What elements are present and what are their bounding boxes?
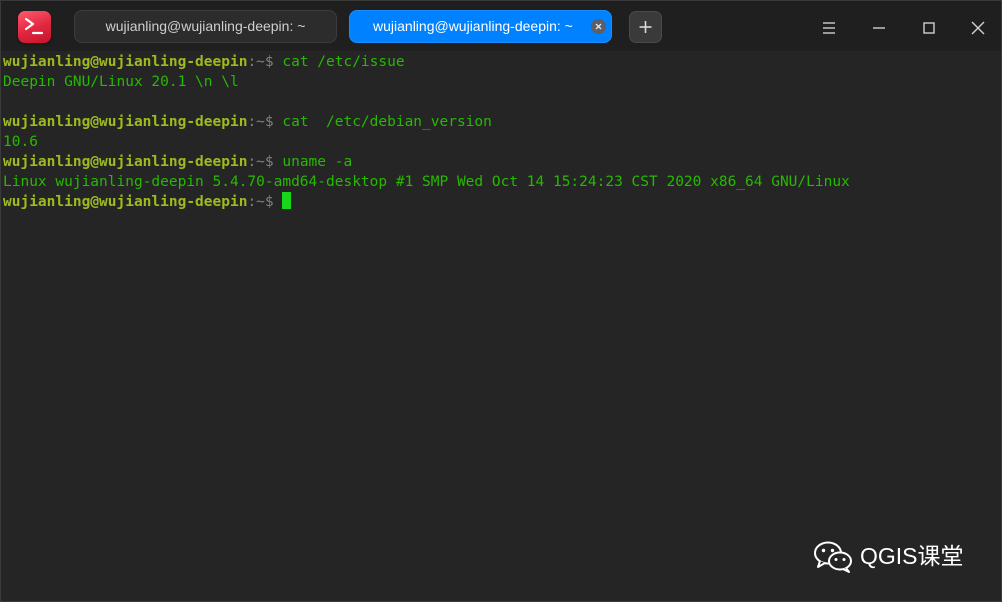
terminal-line: wujianling@wujianling-deepin:~$ (3, 192, 292, 212)
terminal-line: wujianling@wujianling-deepin:~$ cat /etc… (3, 112, 492, 132)
tab-1-title: wujianling@wujianling-deepin: ~ (105, 18, 306, 34)
terminal-output-line: Deepin GNU/Linux 20.1 \n \l (3, 74, 239, 90)
maximize-button[interactable] (914, 13, 944, 43)
title-bar: wujianling@wujianling-deepin: ~ wujianli… (1, 1, 1001, 53)
command-text: uname -a (282, 154, 353, 170)
prompt-path: :~$ (247, 54, 283, 70)
tab-2[interactable]: wujianling@wujianling-deepin: ~ (349, 10, 612, 43)
close-icon[interactable] (591, 19, 606, 34)
new-tab-button[interactable] (629, 11, 662, 43)
watermark: QGIS课堂 (813, 537, 983, 577)
text-cursor (282, 192, 292, 209)
prompt-path: :~$ (247, 154, 283, 170)
prompt-path: :~$ (247, 194, 283, 210)
command-text: cat /etc/issue (282, 54, 405, 70)
terminal-output-line: Linux wujianling-deepin 5.4.70-amd64-des… (3, 174, 850, 190)
prompt-user: wujianling@wujianling-deepin (3, 154, 248, 170)
terminal-line: wujianling@wujianling-deepin:~$ uname -a (3, 152, 352, 172)
prompt-user: wujianling@wujianling-deepin (3, 194, 248, 210)
close-window-button[interactable] (963, 13, 993, 43)
minimize-button[interactable] (864, 13, 894, 43)
terminal-line: wujianling@wujianling-deepin:~$ cat /etc… (3, 52, 405, 72)
terminal-output-line: 10.6 (3, 134, 38, 150)
prompt-user: wujianling@wujianling-deepin (3, 54, 248, 70)
tab-1[interactable]: wujianling@wujianling-deepin: ~ (74, 10, 337, 43)
terminal-window: wujianling@wujianling-deepin: ~ wujianli… (0, 0, 1002, 602)
menu-button[interactable] (814, 13, 844, 43)
watermark-text: QGIS课堂 (860, 543, 964, 569)
terminal-app-icon[interactable] (18, 11, 51, 43)
wechat-icon (813, 540, 855, 579)
prompt-path: :~$ (247, 114, 283, 130)
command-text: cat /etc/debian_version (282, 114, 492, 130)
prompt-user: wujianling@wujianling-deepin (3, 114, 248, 130)
terminal-output-area[interactable]: wujianling@wujianling-deepin:~$ cat /etc… (1, 51, 1001, 601)
tab-2-title: wujianling@wujianling-deepin: ~ (373, 18, 573, 34)
